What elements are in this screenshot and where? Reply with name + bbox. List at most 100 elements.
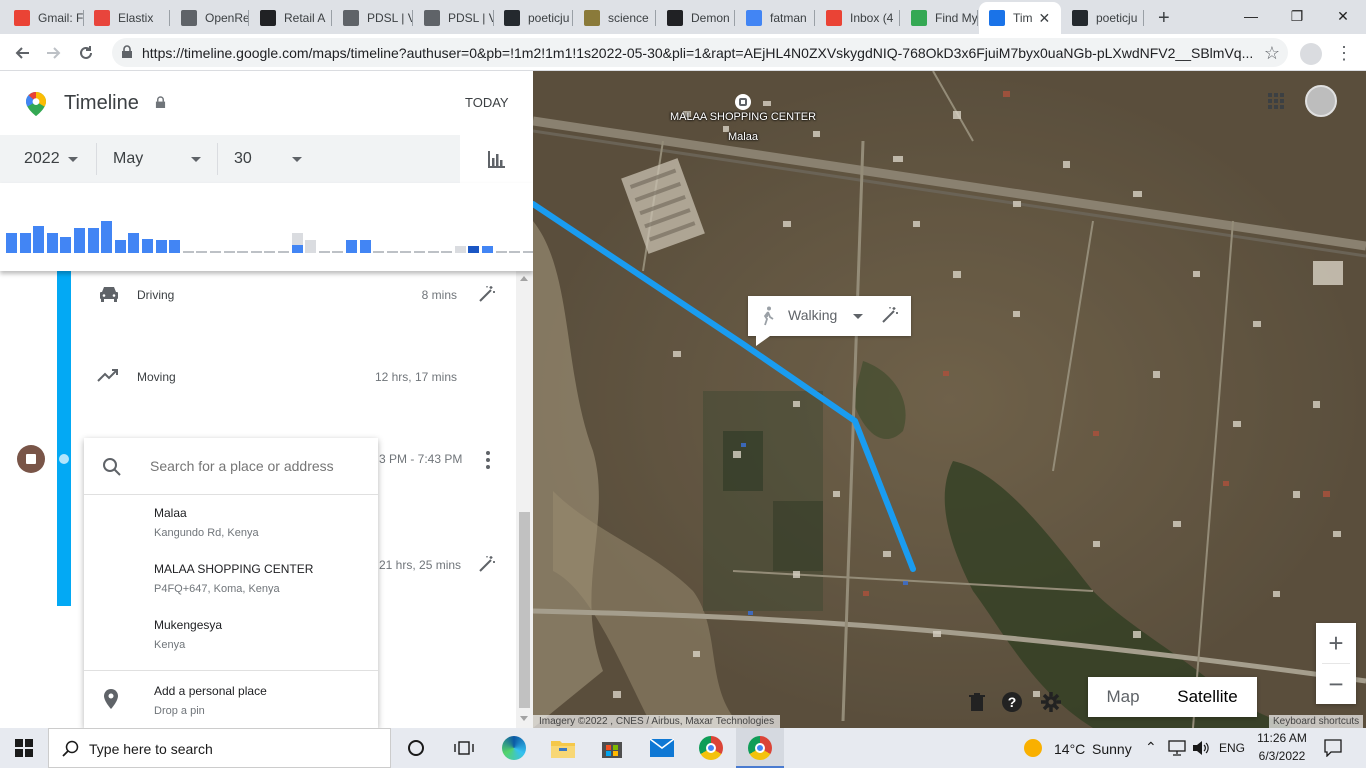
- scrollbar[interactable]: [516, 271, 533, 728]
- browser-tab[interactable]: Find My: [901, 2, 978, 34]
- histogram-bar[interactable]: [210, 251, 221, 253]
- chevron-down-icon[interactable]: [853, 314, 863, 319]
- segment-moving[interactable]: Moving 12 hrs, 17 mins: [0, 363, 515, 403]
- menu-kebab-icon[interactable]: ⋮: [1330, 39, 1358, 67]
- suggestion-item[interactable]: Mukengesya Kenya: [84, 608, 378, 664]
- histogram-bar[interactable]: [6, 233, 17, 253]
- scrollbar-thumb[interactable]: [519, 512, 530, 708]
- histogram-bar[interactable]: [305, 240, 317, 253]
- month-select[interactable]: May: [113, 135, 217, 183]
- close-tab-icon[interactable]: ✕: [1039, 10, 1051, 27]
- minimize-icon[interactable]: —: [1228, 0, 1274, 32]
- edge-browser-icon[interactable]: [499, 733, 529, 763]
- bar-chart-icon[interactable]: [460, 135, 533, 183]
- histogram-bar[interactable]: [346, 240, 357, 253]
- chrome-icon[interactable]: [696, 733, 726, 763]
- histogram-bar[interactable]: [155, 240, 167, 253]
- browser-tab[interactable]: PDSL | V: [414, 2, 494, 34]
- poi-label[interactable]: MALAA SHOPPING CENTER: [643, 111, 843, 123]
- histogram-bar[interactable]: [182, 251, 194, 253]
- suggestion-item[interactable]: MALAA SHOPPING CENTER P4FQ+647, Koma, Ke…: [84, 552, 378, 608]
- histogram-bar[interactable]: [454, 246, 466, 253]
- browser-tab[interactable]: Inbox (4: [816, 2, 900, 34]
- more-vert-icon[interactable]: [480, 449, 496, 471]
- histogram-bar[interactable]: [33, 226, 45, 253]
- histogram-bar[interactable]: [142, 239, 153, 253]
- visit-stop-icon[interactable]: [17, 445, 45, 473]
- year-select[interactable]: 2022: [24, 135, 96, 183]
- histogram-bar[interactable]: [441, 251, 453, 253]
- keyboard-shortcuts-link[interactable]: Keyboard shortcuts: [1269, 715, 1364, 728]
- histogram-bar[interactable]: [291, 233, 303, 253]
- histogram-bar[interactable]: [46, 233, 58, 253]
- browser-tab[interactable]: fatman: [736, 2, 815, 34]
- histogram-bar[interactable]: [427, 251, 439, 253]
- browser-tab[interactable]: OpenRe: [171, 2, 249, 34]
- histogram-bar[interactable]: [400, 251, 412, 253]
- microsoft-store-icon[interactable]: [597, 733, 627, 763]
- back-icon[interactable]: [8, 39, 36, 67]
- histogram-bar[interactable]: [482, 246, 493, 253]
- taskbar-search-box[interactable]: Type here to search: [48, 728, 391, 768]
- poi-sublabel[interactable]: Malaa: [643, 131, 843, 143]
- browser-tab[interactable]: Retail A: [250, 2, 332, 34]
- browser-tab[interactable]: poeticju: [1062, 2, 1144, 34]
- chrome-active-taskbar-item[interactable]: [736, 728, 784, 768]
- edit-magic-wand-icon[interactable]: [478, 285, 496, 308]
- shopping-center-marker-icon[interactable]: [735, 94, 751, 110]
- volume-icon[interactable]: [1192, 740, 1210, 761]
- browser-tab[interactable]: Gmail: F: [4, 2, 84, 34]
- task-view-icon[interactable]: [449, 733, 479, 763]
- histogram-bar[interactable]: [237, 251, 249, 253]
- tray-chevron-up-icon[interactable]: ⌃: [1145, 739, 1157, 756]
- mail-icon[interactable]: [647, 733, 677, 763]
- histogram-bar[interactable]: [318, 251, 330, 253]
- account-avatar[interactable]: [1305, 85, 1337, 117]
- satellite-map[interactable]: MALAA SHOPPING CENTER Malaa Walking ? Ma…: [533, 71, 1366, 728]
- histogram-bar[interactable]: [223, 251, 235, 253]
- map-type-satellite-button[interactable]: Satellite: [1158, 677, 1257, 717]
- histogram-bar[interactable]: [414, 251, 425, 253]
- trash-icon[interactable]: [969, 693, 985, 716]
- segment-driving[interactable]: Driving 8 mins: [0, 281, 515, 321]
- maximize-icon[interactable]: ❐: [1274, 0, 1320, 32]
- scroll-down-icon[interactable]: [520, 716, 528, 721]
- map-type-map-button[interactable]: Map: [1088, 677, 1158, 717]
- day-select[interactable]: 30: [234, 135, 314, 183]
- browser-tab[interactable]: Demon: [657, 2, 735, 34]
- browser-tab[interactable]: Elastix: [84, 2, 170, 34]
- histogram-bar[interactable]: [196, 251, 208, 253]
- address-bar[interactable]: https://timeline.google.com/maps/timelin…: [112, 38, 1288, 67]
- zoom-out-button[interactable]: −: [1316, 664, 1356, 704]
- histogram-bar[interactable]: [278, 251, 289, 253]
- histogram-bar[interactable]: [250, 251, 262, 253]
- histogram-bar[interactable]: [101, 221, 113, 253]
- apps-grid-icon[interactable]: [1268, 93, 1284, 114]
- weather-temperature[interactable]: 14°C: [1054, 741, 1085, 757]
- histogram-bar[interactable]: [169, 240, 181, 253]
- histogram-bar[interactable]: [468, 246, 480, 253]
- close-window-icon[interactable]: ✕: [1320, 0, 1366, 32]
- clock-date[interactable]: 6/3/2022: [1254, 749, 1310, 763]
- histogram-bar[interactable]: [373, 251, 385, 253]
- help-icon[interactable]: ?: [1002, 692, 1022, 712]
- clock-time[interactable]: 11:26 AM: [1254, 731, 1310, 745]
- browser-tab[interactable]: Tim ✕: [979, 2, 1061, 34]
- add-personal-place-item[interactable]: Add a personal place Drop a pin: [84, 672, 378, 728]
- forward-icon[interactable]: [40, 39, 68, 67]
- browser-tab[interactable]: poeticju: [494, 2, 573, 34]
- notification-icon[interactable]: [1324, 739, 1342, 762]
- zoom-in-button[interactable]: +: [1316, 623, 1356, 663]
- histogram-bar[interactable]: [495, 251, 507, 253]
- histogram-bar[interactable]: [19, 233, 31, 253]
- cortana-icon[interactable]: [401, 733, 431, 763]
- file-explorer-icon[interactable]: [548, 733, 578, 763]
- histogram-bar[interactable]: [60, 237, 72, 253]
- edit-magic-wand-icon[interactable]: [478, 555, 496, 578]
- edit-magic-wand-icon[interactable]: [881, 306, 899, 329]
- histogram-bar[interactable]: [509, 251, 521, 253]
- browser-tab[interactable]: PDSL | V: [333, 2, 413, 34]
- travel-mode-callout[interactable]: Walking: [748, 296, 911, 346]
- search-input[interactable]: [150, 454, 370, 478]
- histogram-bar[interactable]: [386, 251, 398, 253]
